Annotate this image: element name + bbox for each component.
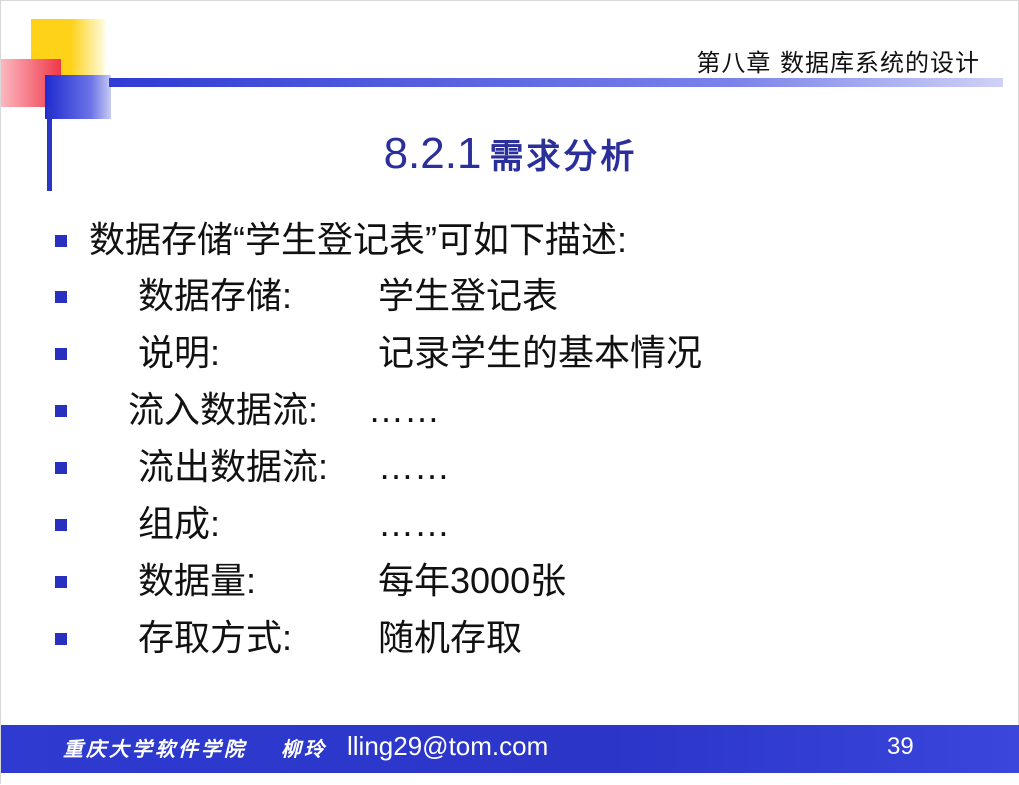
bullet-item: 数据存储: 学生登记表 — [1, 273, 1001, 323]
footer-school-name: 重庆大学软件学院 — [63, 737, 247, 761]
page-number: 39 — [887, 733, 914, 760]
bullet-label: 流出数据流: — [138, 446, 329, 487]
bullet-label: 数据量: — [138, 560, 257, 601]
bullet-label: 流入数据流: — [128, 389, 319, 430]
bullet-square-icon — [55, 235, 67, 247]
bullet-square-icon — [55, 576, 67, 588]
bullet-label: 数据存储“学生登记表”可如下描述: — [89, 219, 627, 260]
footer-bottom-strip — [1, 773, 1019, 785]
bullet-item: 数据量: 每年3000张 — [1, 558, 1001, 608]
bullet-label: 存取方式: — [138, 617, 293, 658]
bullet-value: …… — [378, 446, 450, 487]
bullet-item: 流出数据流: …… — [1, 444, 1001, 494]
bullet-item: 流入数据流: …… — [1, 387, 1001, 437]
bullet-square-icon — [55, 291, 67, 303]
bullet-label: 说明: — [138, 332, 221, 373]
bullet-item: 组成: …… — [1, 501, 1001, 551]
bullet-item: 说明: 记录学生的基本情况 — [1, 330, 1001, 380]
footer-email: lling29@tom.com — [347, 731, 549, 761]
bullet-value: 随机存取 — [378, 617, 523, 658]
bullet-item: 存取方式: 随机存取 — [1, 615, 1001, 665]
bullet-square-icon — [55, 519, 67, 531]
bullet-label: 组成: — [138, 503, 221, 544]
slide: 第八章 数据库系统的设计 8.2.1 需求分析 数据存储“学生登记表”可如下描述:… — [0, 0, 1019, 785]
bullet-list: 数据存储“学生登记表”可如下描述: 数据存储: 学生登记表 说明: 记录学生的基… — [1, 1, 1019, 701]
bullet-value: 学生登记表 — [378, 275, 559, 316]
bullet-square-icon — [55, 462, 67, 474]
bullet-value: …… — [378, 503, 450, 544]
bullet-square-icon — [55, 348, 67, 360]
bullet-square-icon — [55, 405, 67, 417]
bullet-value: 记录学生的基本情况 — [378, 332, 703, 373]
bullet-value: …… — [368, 389, 440, 430]
bullet-square-icon — [55, 633, 67, 645]
footer-author-name: 柳玲 — [281, 737, 327, 761]
bullet-label: 数据存储: — [138, 275, 293, 316]
bullet-value: 每年3000张 — [378, 560, 567, 601]
bullet-item: 数据存储“学生登记表”可如下描述: — [1, 217, 1001, 267]
